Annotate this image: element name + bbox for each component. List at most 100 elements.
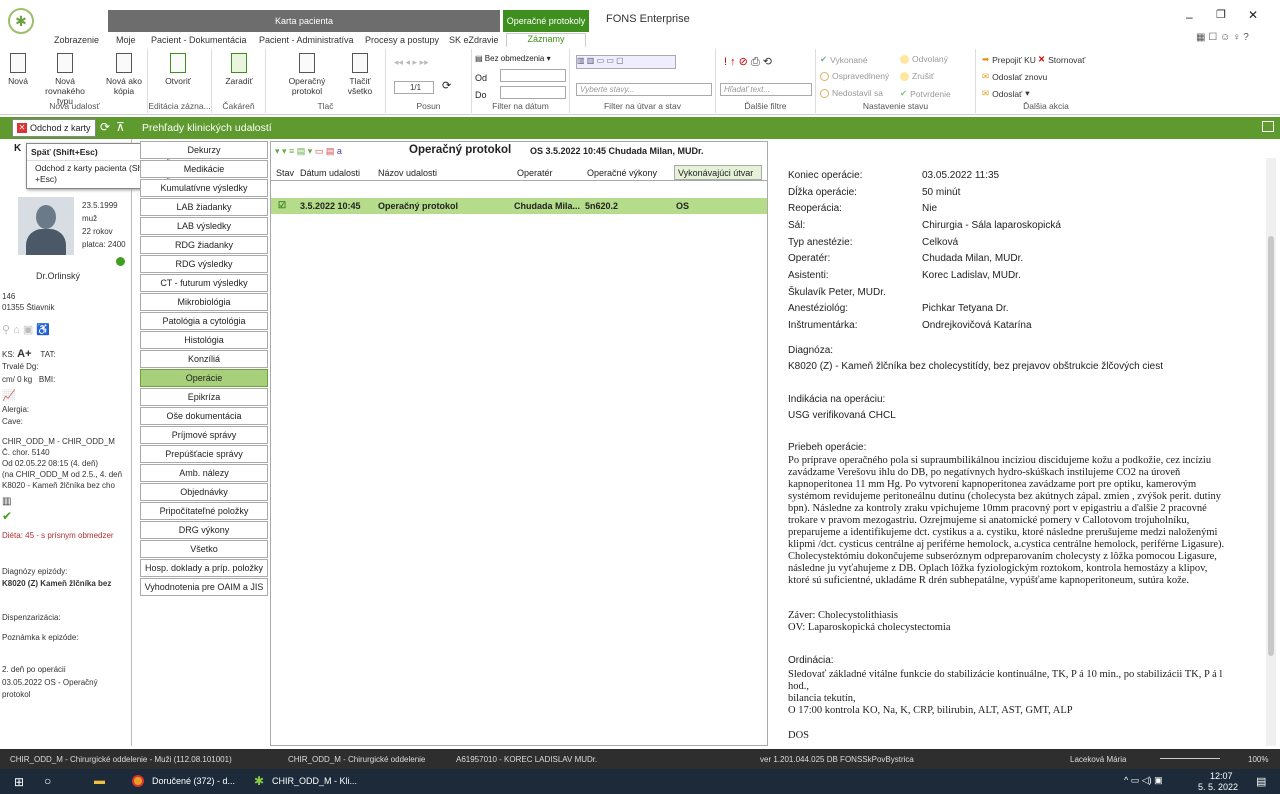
tab-zobrazenie[interactable]: Zobrazenie: [54, 35, 99, 45]
nova-kopia-button[interactable]: Nová ako kópia: [102, 53, 146, 96]
potvrdenie-option[interactable]: ✔ Potvrdenie: [900, 88, 951, 99]
nav-mikrobiologia[interactable]: Mikrobiológia: [140, 293, 268, 311]
nav-lab-ziadanky[interactable]: LAB žiadanky: [140, 198, 268, 216]
col-vykony[interactable]: Operačné výkony: [587, 168, 657, 178]
user-name[interactable]: Laceková Mária: [1070, 755, 1126, 764]
nav-drg[interactable]: DRG výkony: [140, 521, 268, 539]
close-button[interactable]: ✕: [1248, 8, 1258, 22]
odchod-z-karty-button[interactable]: ✕ Odchod z karty: [12, 119, 96, 137]
odoslat-znovu-button[interactable]: ✉ Odoslať znovu: [982, 71, 1047, 82]
chrome-icon[interactable]: [132, 775, 144, 787]
ordinacia-text: Sledovať základné vitálne funkcie do sta…: [788, 669, 1223, 716]
close-icon: ✕: [17, 123, 27, 133]
nav-medikacie[interactable]: Medikácie: [140, 160, 268, 178]
nav-prijmove[interactable]: Príjmové správy: [140, 426, 268, 444]
nav-operacie[interactable]: Operácie: [140, 369, 268, 387]
list-toolbar-icons[interactable]: ▾ ▾ ≡ ▤ ▾ ▭ ▤ a: [275, 146, 342, 157]
nav-arrows-icon[interactable]: ◂◂ ◂ ▸ ▸▸: [394, 57, 429, 68]
tab-pacient-dok[interactable]: Pacient - Dokumentácia: [151, 35, 247, 45]
nav-epikriza[interactable]: Epikríza: [140, 388, 268, 406]
col-datum[interactable]: Dátum udalosti: [300, 168, 360, 178]
nav-hosp[interactable]: Hosp. doklady a príp. položky: [140, 559, 268, 577]
nav-rdg-ziadanky[interactable]: RDG žiadanky: [140, 236, 268, 254]
fons-app-icon[interactable]: ✱: [254, 774, 264, 788]
stornovat-button[interactable]: ✕ Stornovať: [1038, 54, 1085, 65]
table-row[interactable]: ☑ 3.5.2022 10:45 Operačný protokol Chuda…: [271, 198, 767, 214]
list-header-info: OS 3.5.2022 10:45 Chudada Milan, MUDr.: [530, 146, 704, 156]
nav-prepustacie[interactable]: Prepúšťacie správy: [140, 445, 268, 463]
tray-icons[interactable]: ^ ▭ ◁) ▣: [1124, 775, 1163, 786]
ospravedlneny-option[interactable]: Ospravedlnený: [820, 71, 889, 81]
patient-action-icons[interactable]: ⚲ ⌂ ▣ ♿: [2, 323, 130, 336]
bez-obmedzenia-dropdown[interactable]: ▤ Bez obmedzenia ▾: [475, 54, 551, 63]
chart-icon[interactable]: 📈: [2, 389, 130, 402]
zrusit-option[interactable]: Zrušiť: [900, 71, 934, 81]
tab-procesy[interactable]: Procesy a postupy: [365, 35, 439, 45]
nav-objednavky[interactable]: Objednávky: [140, 483, 268, 501]
tab-zaznamy[interactable]: Záznamy: [506, 33, 586, 47]
nova-rovnakeho-button[interactable]: Nová rovnakého typu: [36, 53, 94, 106]
notification-icon[interactable]: ▤: [1256, 775, 1266, 788]
col-nazov[interactable]: Názov udalosti: [378, 168, 437, 178]
nav-amb[interactable]: Amb. nálezy: [140, 464, 268, 482]
nav-konzilia[interactable]: Konzíliá: [140, 350, 268, 368]
nav-dekurzy[interactable]: Dekurzy: [140, 141, 268, 159]
nav-histologia[interactable]: Histológia: [140, 331, 268, 349]
col-stav[interactable]: Stav: [276, 168, 294, 178]
maximize-panel-icon[interactable]: [1262, 121, 1274, 132]
list-columns: Stav Dátum udalosti Názov udalosti Opera…: [271, 165, 767, 181]
odoslat-button[interactable]: ✉ Odoslať ▾: [982, 88, 1030, 99]
nav-ct[interactable]: CT - futurum výsledky: [140, 274, 268, 292]
filter-action-icons[interactable]: ! ↑ ⊘ ⎙ ⟲: [724, 55, 772, 69]
col-operater[interactable]: Operatér: [517, 168, 553, 178]
pin-icon[interactable]: ⊼: [116, 120, 125, 134]
detail-scrollbar[interactable]: [1266, 158, 1276, 746]
document-icon[interactable]: ▥: [2, 496, 130, 507]
status-dot: [116, 257, 125, 266]
hladat-text-field[interactable]: Hľadať text...: [720, 83, 812, 96]
context-tab-op: Operačné protokoly: [503, 10, 589, 32]
minimize-button[interactable]: –: [1186, 10, 1193, 24]
explorer-icon[interactable]: ▬: [94, 775, 105, 787]
otvorit-button[interactable]: Otvoriť: [150, 53, 206, 86]
odvolany-option[interactable]: Odvolaný: [900, 54, 948, 64]
tlacit-vsetko-button[interactable]: Tlačiť všetko: [340, 53, 380, 96]
nav-vyhodnotenia[interactable]: Vyhodnotenia pre OAIM a JIS: [140, 578, 268, 596]
refresh-icon[interactable]: ⟳: [100, 120, 110, 134]
tab-moje[interactable]: Moje: [116, 35, 136, 45]
do-date-field[interactable]: [500, 86, 566, 99]
od-date-field[interactable]: [500, 69, 566, 82]
nedostavil-option[interactable]: Nedostavil sa: [820, 88, 883, 98]
view-mode-icons[interactable]: ▥ ▥ ▭ ▭ ▢: [576, 55, 676, 69]
nav-ose[interactable]: Oše dokumentácia: [140, 407, 268, 425]
vykonane-option[interactable]: ✔ Vykonané: [820, 54, 868, 65]
prepojit-button[interactable]: ➡ Prepojiť KU: [982, 54, 1036, 65]
document-icon: [57, 53, 73, 73]
ribbon-tools-icons[interactable]: ▦ ☐ ☺ ♀ ?: [1196, 32, 1249, 43]
page-field[interactable]: 1/1: [394, 81, 434, 94]
vyberte-stavy-field[interactable]: Vyberte stavy...: [576, 83, 712, 96]
context-tab-karta: Karta pacienta: [108, 10, 500, 32]
nav-patologia[interactable]: Patológia a cytológia: [140, 312, 268, 330]
nav-pripocitatelne[interactable]: Pripočítateľné položky: [140, 502, 268, 520]
nav-kumulativne[interactable]: Kumulatívne výsledky: [140, 179, 268, 197]
app-logo-icon[interactable]: ✱: [8, 8, 34, 34]
patient-photo: [18, 197, 74, 255]
tab-ezdravie[interactable]: SK eZdravie: [449, 35, 499, 45]
col-utvar[interactable]: Vykonávajúci útvar: [674, 165, 762, 180]
windows-start-icon[interactable]: ⊞: [14, 775, 24, 789]
restore-button[interactable]: ❐: [1216, 8, 1226, 21]
zaradit-button[interactable]: Zaradiť: [216, 53, 262, 86]
nav-vsetko[interactable]: Všetko: [140, 540, 268, 558]
nav-lab-vysledky[interactable]: LAB výsledky: [140, 217, 268, 235]
tab-pacient-adm[interactable]: Pacient - Administratíva: [259, 35, 354, 45]
back-icon[interactable]: K: [14, 143, 21, 154]
nova-button[interactable]: Nová: [6, 53, 30, 86]
nav-rdg-vysledky[interactable]: RDG výsledky: [140, 255, 268, 273]
zoom-slider[interactable]: [1160, 758, 1220, 759]
search-icon[interactable]: ○: [44, 774, 51, 788]
refresh-icon[interactable]: ⟳: [442, 79, 451, 92]
checkmark-icon: ✔: [2, 509, 13, 523]
group-cakaren: Zaradiť Čakáreň: [212, 49, 266, 113]
operacny-protokol-button[interactable]: Operačný protokol: [280, 53, 334, 96]
